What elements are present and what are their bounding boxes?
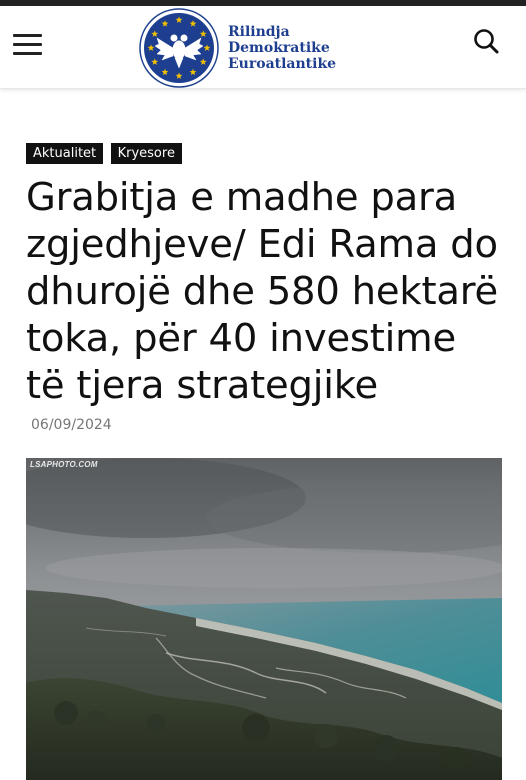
image-watermark: LSAPHOTO.COM (30, 460, 98, 469)
logo-emblem-icon (139, 8, 219, 88)
logo-text: Rilindja Demokratike Euroatlantike (228, 24, 336, 72)
tag-kryesore[interactable]: Kryesore (110, 143, 182, 164)
site-logo[interactable]: Rilindja Demokratike Euroatlantike (138, 8, 338, 88)
logo-line-1: Rilindja (228, 24, 290, 40)
article-image[interactable]: LSAPHOTO.COM (26, 458, 502, 780)
search-button[interactable] (472, 27, 500, 55)
logo-line-2: Demokratike (228, 40, 330, 56)
site-header: Rilindja Demokratike Euroatlantike (0, 6, 526, 89)
article-title: Grabitja e madhe para zgjedhjeve/ Edi Ra… (26, 175, 499, 408)
article-date: 06/09/2024 (31, 417, 112, 433)
hamburger-icon (13, 34, 42, 37)
logo-line-3: Euroatlantike (228, 56, 337, 72)
search-icon (474, 29, 499, 54)
article-tags: Aktualitet Kryesore (26, 143, 185, 165)
menu-button[interactable] (13, 33, 43, 57)
tag-aktualitet[interactable]: Aktualitet (26, 143, 104, 164)
coastline-photo (26, 458, 502, 780)
